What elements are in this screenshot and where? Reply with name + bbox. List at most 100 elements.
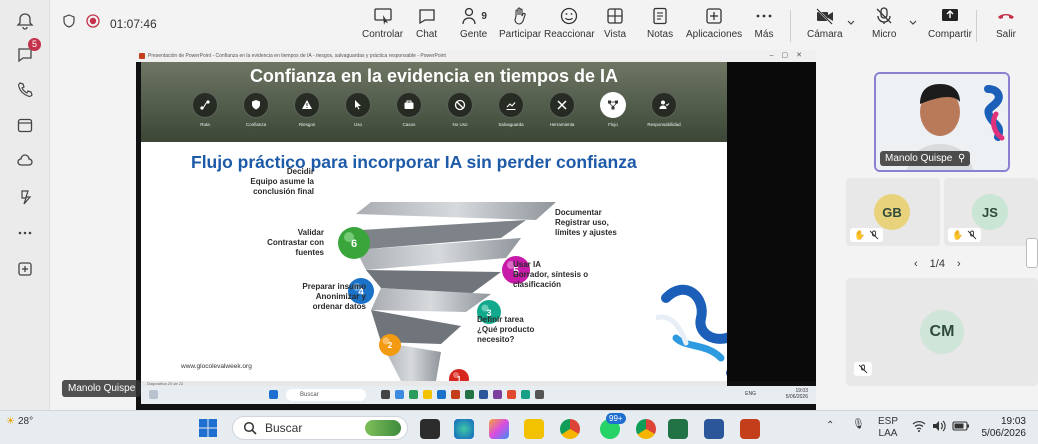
add-app-icon[interactable] bbox=[10, 254, 40, 284]
participant-status: ✋ bbox=[850, 228, 884, 242]
chrome-profile-icon[interactable] bbox=[636, 419, 656, 439]
remote-app-icon bbox=[395, 390, 404, 399]
mic-options-chevron-icon[interactable] bbox=[908, 18, 918, 28]
wifi-icon[interactable] bbox=[912, 420, 926, 435]
participant-status bbox=[854, 362, 872, 376]
side-widget-icon[interactable] bbox=[1026, 238, 1038, 268]
salir-button[interactable]: Salir bbox=[996, 6, 1016, 40]
svg-text:2: 2 bbox=[388, 341, 393, 350]
search-highlight-icon bbox=[365, 420, 401, 436]
task-view-icon[interactable] bbox=[420, 419, 440, 439]
toolbar-divider bbox=[790, 10, 791, 42]
meeting-timer: 01:07:46 bbox=[110, 16, 157, 31]
shared-content-stage: Presentación de PowerPoint - Confianza e… bbox=[50, 50, 844, 410]
step-ball-1: 1 bbox=[449, 369, 469, 381]
step-5-text: Documentar Registrar uso, límites y ajuste… bbox=[555, 208, 617, 237]
file-explorer-icon[interactable] bbox=[524, 419, 544, 439]
whatsapp-badge: 99+ bbox=[606, 413, 626, 424]
powerpoint-title-bar: Presentación de PowerPoint - Confianza e… bbox=[136, 50, 816, 62]
volume-icon[interactable] bbox=[932, 420, 946, 435]
people-count: 9 bbox=[481, 10, 487, 22]
controlar-button[interactable]: Controlar bbox=[362, 6, 403, 40]
participants-pager: ‹ 1/4 › bbox=[914, 258, 961, 270]
cloud-icon[interactable] bbox=[10, 145, 40, 175]
micro-button[interactable]: Micro bbox=[872, 6, 896, 40]
mas-button[interactable]: Más bbox=[754, 6, 774, 40]
bell-icon[interactable] bbox=[10, 6, 40, 36]
chat-rail-icon[interactable]: 5 bbox=[10, 38, 41, 70]
battery-icon[interactable] bbox=[952, 420, 970, 435]
remote-language: ENG bbox=[745, 391, 756, 397]
microphone-tray-icon[interactable]: 🎙 bbox=[852, 419, 865, 430]
search-icon bbox=[243, 421, 257, 435]
reaccionar-button[interactable]: Reaccionar bbox=[544, 6, 595, 40]
input-language[interactable]: ESP LAA bbox=[878, 416, 898, 440]
presenter-name-tag: Manolo Quispe bbox=[62, 380, 142, 397]
participant-tile-gb[interactable]: GB ✋ bbox=[846, 178, 940, 246]
weather-widget[interactable]: ☀ 28° bbox=[6, 416, 33, 427]
windows-start-icon[interactable] bbox=[198, 418, 218, 438]
add-apps-icon bbox=[706, 8, 722, 24]
more-apps-icon[interactable] bbox=[10, 218, 40, 248]
remote-clock: 19:03 5/06/2026 bbox=[785, 388, 808, 400]
shared-screen: Presentación de PowerPoint - Confianza e… bbox=[136, 50, 816, 410]
calendar-icon[interactable] bbox=[10, 110, 40, 140]
camera-options-chevron-icon[interactable] bbox=[846, 18, 856, 28]
more-icon bbox=[756, 14, 772, 18]
participant-tile-js[interactable]: JS ✋ bbox=[944, 178, 1038, 246]
meeting-toolbar: 01:07:46 Controlar Chat 9 Gente Particip… bbox=[50, 0, 1038, 50]
active-speaker-tile[interactable]: Manolo Quispe ⚲ bbox=[874, 72, 1010, 172]
word-icon[interactable] bbox=[704, 419, 724, 439]
step-3-text: Usar IA Borrador, síntesis o clasificación bbox=[513, 260, 589, 289]
pager-prev-icon[interactable]: ‹ bbox=[914, 258, 918, 270]
remote-search-box: Buscar bbox=[286, 389, 366, 401]
window-controls-icon: –▢✕ bbox=[769, 52, 810, 59]
avatar: JS bbox=[972, 194, 1008, 230]
excel-icon[interactable] bbox=[668, 419, 688, 439]
slide-url: www.glocolevalweek.org bbox=[181, 363, 252, 370]
remote-widget-icon bbox=[149, 390, 158, 399]
aplicaciones-button[interactable]: Aplicaciones bbox=[686, 6, 742, 40]
mic-off-icon bbox=[967, 230, 977, 240]
svg-text:6: 6 bbox=[351, 238, 357, 250]
chat-badge: 5 bbox=[28, 38, 41, 51]
edge-icon[interactable] bbox=[454, 419, 474, 439]
hand-icon: ✋ bbox=[952, 229, 964, 240]
participant-tile-cm[interactable]: CM bbox=[846, 278, 1038, 386]
hand-icon: ✋ bbox=[854, 229, 866, 240]
people-icon bbox=[462, 7, 476, 25]
speaker-name-tag: Manolo Quispe ⚲ bbox=[880, 151, 971, 166]
pin-icon[interactable]: ⚲ bbox=[958, 153, 965, 164]
gente-button[interactable]: 9 Gente bbox=[460, 6, 487, 40]
remote-taskbar: Buscar ENG 19:03 5/06/2026 bbox=[141, 386, 816, 404]
notas-button[interactable]: Notas bbox=[647, 6, 673, 40]
tray-overflow-chevron-icon[interactable]: ⌃ bbox=[826, 420, 834, 431]
raise-hand-icon bbox=[514, 7, 526, 25]
step-1-text: Definir tarea ¿Qué producto necesito? bbox=[477, 315, 535, 344]
step-ball-2: 2 bbox=[379, 334, 401, 356]
remote-app-icon bbox=[493, 390, 502, 399]
pager-next-icon[interactable]: › bbox=[957, 258, 961, 270]
participar-button[interactable]: Participar bbox=[499, 6, 541, 40]
avatar: GB bbox=[874, 194, 910, 230]
compartir-button[interactable]: Compartir bbox=[928, 6, 972, 40]
grid-view-icon bbox=[607, 8, 623, 24]
avatar: CM bbox=[920, 310, 964, 354]
phone-icon[interactable] bbox=[10, 75, 40, 105]
vista-button[interactable]: Vista bbox=[604, 6, 626, 40]
remote-app-icon bbox=[521, 390, 530, 399]
system-clock[interactable]: 19:03 5/06/2026 bbox=[982, 416, 1027, 440]
shield-icon bbox=[62, 14, 76, 33]
powerpoint-icon[interactable] bbox=[740, 419, 760, 439]
mic-off-icon bbox=[869, 230, 879, 240]
chrome-icon[interactable] bbox=[560, 419, 580, 439]
camara-button[interactable]: Cámara bbox=[807, 6, 843, 40]
chat-button[interactable]: Chat bbox=[416, 6, 437, 40]
hang-up-icon bbox=[998, 14, 1014, 19]
recording-icon bbox=[86, 14, 100, 33]
copilot-icon[interactable] bbox=[489, 419, 509, 439]
step-2-text: Preparar insumo Anonimizar y ordenar datos bbox=[302, 282, 366, 311]
slide-margin bbox=[727, 62, 816, 381]
copilot-icon[interactable] bbox=[10, 182, 40, 212]
taskbar-search[interactable]: Buscar bbox=[232, 416, 408, 440]
